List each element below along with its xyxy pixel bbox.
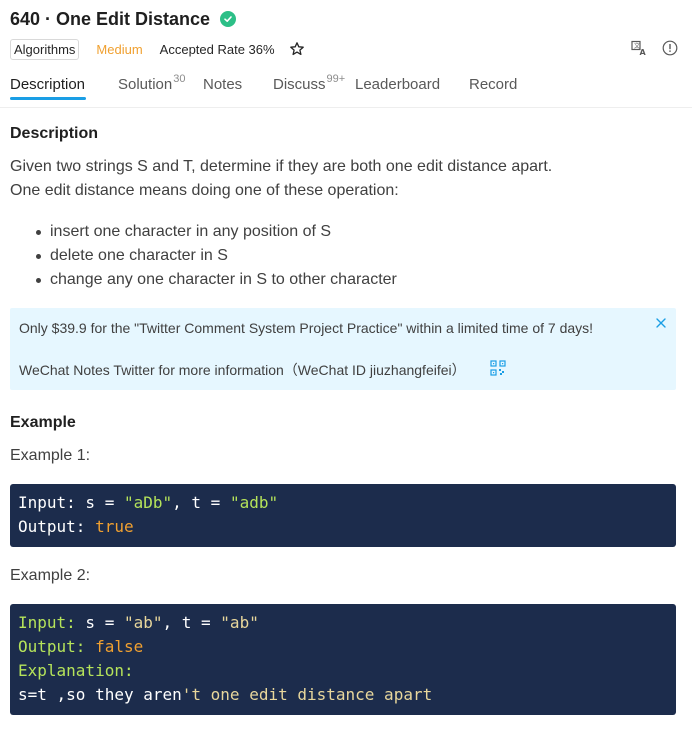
title-row: 640 · One Edit Distance [10,7,237,31]
example-2-label: Example 2: [10,567,91,584]
header-actions: 文A [631,40,678,56]
tab-discuss[interactable]: Discuss99+ [273,73,346,93]
tab-leaderboard[interactable]: Leaderboard [355,76,440,93]
example-1-code-block: Input: s = "aDb", t = "adb" Output: true [10,484,676,547]
close-icon[interactable] [654,316,668,330]
problem-title: 640 · One Edit Distance [10,8,211,29]
description-text-2: One edit distance means doing one of the… [10,182,399,199]
check-circle-icon [220,11,237,27]
code-line-input: Input: s = "ab", t = "ab" [18,613,259,632]
active-tab-indicator [10,97,86,100]
accepted-rate: Accepted Rate 36% [159,41,275,57]
star-icon[interactable] [289,41,305,57]
problem-meta: Algorithms Medium Accepted Rate 36% [10,37,305,61]
tab-record[interactable]: Record [469,76,517,93]
translate-icon[interactable]: 文A [631,40,647,56]
operations-list: insert one character in any position of … [10,220,397,292]
discuss-count-badge: 99+ [326,73,346,85]
example-1-label: Example 1: [10,447,91,464]
tab-notes[interactable]: Notes [203,76,242,93]
promo-banner: Only $39.9 for the "Twitter Comment Syst… [10,308,676,390]
code-line-explanation: Explanation: [18,661,134,680]
tabs-divider [0,107,692,108]
code-line-output: Output: true [18,517,134,536]
list-item: insert one character in any position of … [10,220,397,244]
list-item: delete one character in S [10,244,397,268]
tab-description[interactable]: Description [10,76,85,93]
promo-wechat-text: WeChat Notes Twitter for more informatio… [19,362,466,378]
example-2-code-block: Input: s = "ab", t = "ab" Output: false … [10,604,676,715]
solution-count-badge: 30 [173,73,186,85]
problem-tabs: Description Solution30 Notes Discuss99+ … [10,70,692,100]
code-line-explanation-text: s=t ,so they aren't one edit distance ap… [18,685,433,704]
difficulty-label: Medium [96,41,143,57]
promo-text: Only $39.9 for the "Twitter Comment Syst… [19,320,594,336]
code-line-output: Output: false [18,637,144,656]
list-item: change any one character in S to other c… [10,268,397,292]
code-line-input: Input: s = "aDb", t = "adb" [18,493,279,512]
description-heading: Description [10,125,99,142]
example-heading: Example [10,414,76,431]
tab-solution[interactable]: Solution30 [118,73,186,93]
description-text-1: Given two strings S and T, determine if … [10,158,553,175]
info-icon[interactable] [662,40,678,56]
qr-code-icon[interactable] [490,360,506,376]
svg-text:A: A [640,48,647,56]
algorithms-tag[interactable]: Algorithms [10,38,80,60]
